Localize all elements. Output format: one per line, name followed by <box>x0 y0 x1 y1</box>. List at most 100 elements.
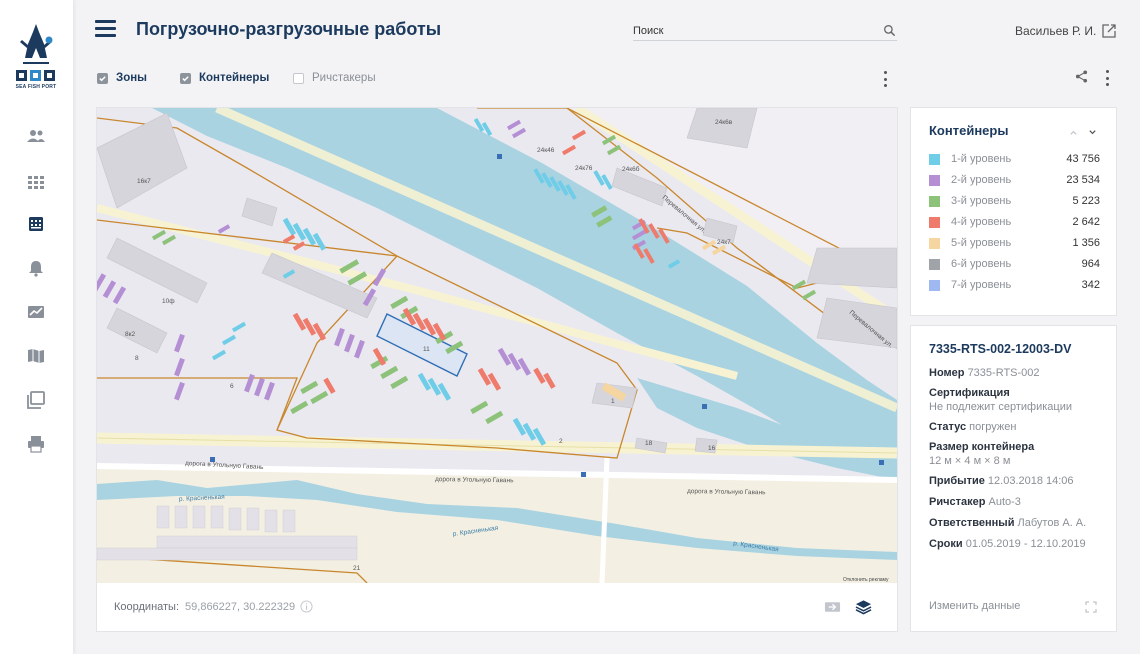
map-area[interactable]: 16к7 10ф 8к2 8 11 24к46 24к76 24к6б 24к6… <box>97 108 897 583</box>
map-label: 6 <box>230 383 234 390</box>
map-label: 1 <box>611 398 615 405</box>
detail-certification: Сертификация Не подлежит сертификации <box>929 386 1109 414</box>
library-icon[interactable] <box>25 389 47 411</box>
search-label: Поиск <box>633 25 664 37</box>
filter-reachstackers[interactable]: Ричстакеры <box>293 72 376 84</box>
legend-count: 43 756 <box>1066 153 1100 165</box>
detail-label: Размер контейнера <box>929 441 1035 453</box>
detail-value: 01.05.2019 - 12.10.2019 <box>965 538 1086 550</box>
map-label: 21 <box>353 565 361 572</box>
map-label: 2 <box>559 438 563 445</box>
legend-title: Контейнеры <box>929 123 1009 138</box>
map-label: 8к2 <box>125 331 135 338</box>
legend-count: 5 223 <box>1072 195 1100 207</box>
swatch <box>929 195 940 207</box>
detail-reachstacker: Ричстакер Auto-3 <box>929 495 1109 509</box>
checkbox-checked-icon[interactable] <box>180 72 191 84</box>
legend-count: 342 <box>1081 279 1100 291</box>
filter-label: Контейнеры <box>199 72 270 84</box>
swatch <box>929 216 940 228</box>
coords-value: 59,866227, 30.222329 <box>185 601 296 613</box>
detail-label: Сроки <box>929 538 963 550</box>
detail-value: Лабутов А. А. <box>1017 517 1087 529</box>
panel-more-icon[interactable] <box>1104 70 1110 86</box>
map-label: 8 <box>135 355 139 362</box>
expand-icon[interactable] <box>1085 601 1097 613</box>
legend-label: 1-й уровень <box>951 153 1012 165</box>
people-icon[interactable] <box>25 125 47 147</box>
share-icon[interactable] <box>1075 70 1088 83</box>
search-input[interactable]: Поиск <box>633 22 897 41</box>
chart-icon[interactable] <box>25 301 47 323</box>
container-details-panel: 7335-RTS-002-12003-DV Номер 7335-RTS-002… <box>910 325 1117 632</box>
legend-item[interactable]: 5-й уровень 1 356 <box>929 236 1100 250</box>
detail-label: Сертификация <box>929 387 1010 399</box>
swatch <box>929 258 940 270</box>
menu-icon[interactable] <box>95 20 116 38</box>
detail-value: 12 м × 4 м × 8 м <box>929 455 1011 467</box>
transport-icon[interactable] <box>824 599 841 615</box>
detail-value: Auto-3 <box>988 496 1021 508</box>
detail-label: Номер <box>929 367 965 379</box>
legend-label: 2-й уровень <box>951 174 1012 186</box>
page-title: Погрузочно-разгрузочные работы <box>136 19 442 39</box>
map-label: 24к76 <box>575 165 593 172</box>
checkbox-unchecked-icon[interactable] <box>293 72 304 84</box>
detail-value: 12.03.2018 14:06 <box>987 475 1074 487</box>
road-label: дорога в Угольную Гавань <box>687 488 766 496</box>
logout-icon[interactable] <box>1102 24 1116 38</box>
filter-containers[interactable]: Контейнеры <box>180 72 269 84</box>
legend-item[interactable]: 4-й уровень 2 642 <box>929 215 1100 229</box>
map-label: 16к7 <box>137 178 151 185</box>
map-label: 16 <box>708 445 716 452</box>
detail-value: 7335-RTS-002 <box>967 367 1040 379</box>
map-icon[interactable] <box>25 345 47 367</box>
info-icon[interactable] <box>300 600 313 613</box>
edit-data-button[interactable]: Изменить данные <box>929 600 1020 612</box>
filter-zones[interactable]: Зоны <box>97 72 147 84</box>
swatch <box>929 237 940 249</box>
layers-icon[interactable] <box>855 599 872 615</box>
legend-item[interactable]: 1-й уровень 43 756 <box>929 152 1100 166</box>
chevron-up-icon[interactable] <box>1069 128 1078 137</box>
coordinates-readout: Координаты: 59,866227, 30.222329 <box>114 601 295 613</box>
legend-label: 3-й уровень <box>951 195 1012 207</box>
map-label: 18 <box>645 440 653 447</box>
legend-label: 4-й уровень <box>951 216 1012 228</box>
detail-value: погружен <box>969 421 1017 433</box>
legend-count: 23 534 <box>1066 174 1100 186</box>
detail-status: Статус погружен <box>929 420 1109 434</box>
search-icon[interactable] <box>883 24 896 37</box>
grid-icon[interactable] <box>25 171 47 193</box>
legend-item[interactable]: 3-й уровень 5 223 <box>929 194 1100 208</box>
map-label: 24к7 <box>717 239 731 246</box>
map-canvas[interactable]: 16к7 10ф 8к2 8 11 24к46 24к76 24к6б 24к6… <box>97 108 897 583</box>
chevron-down-icon[interactable] <box>1088 128 1097 137</box>
print-icon[interactable] <box>25 433 47 455</box>
filter-label: Зоны <box>116 72 147 84</box>
calculator-icon[interactable] <box>25 213 47 235</box>
bell-icon[interactable] <box>25 257 47 279</box>
user-name[interactable]: Васильев Р. И. <box>1015 24 1096 38</box>
legend-label: 6-й уровень <box>951 258 1012 270</box>
road-label: дорога в Угольную Гавань <box>435 476 514 484</box>
map-label: 24к6в <box>715 119 733 126</box>
map-more-icon[interactable] <box>882 71 888 87</box>
yandex-label: Отклонить рекламу <box>843 577 889 583</box>
detail-dates: Сроки 01.05.2019 - 12.10.2019 <box>929 537 1109 551</box>
swatch <box>929 174 940 186</box>
map-label: 24к6б <box>622 165 640 173</box>
legend-item[interactable]: 6-й уровень 964 <box>929 257 1100 271</box>
legend-count: 964 <box>1081 258 1100 270</box>
filter-label: Ричстакеры <box>312 72 376 84</box>
container-id: 7335-RTS-002-12003-DV <box>929 342 1072 356</box>
coords-label: Координаты: <box>114 601 180 613</box>
checkbox-checked-icon[interactable] <box>97 72 108 84</box>
legend-item[interactable]: 2-й уровень 23 534 <box>929 173 1100 187</box>
legend-item[interactable]: 7-й уровень 342 <box>929 278 1100 292</box>
logo <box>16 24 55 81</box>
map-card: 16к7 10ф 8к2 8 11 24к46 24к76 24к6б 24к6… <box>96 107 898 632</box>
legend-panel: Контейнеры 1-й уровень 43 756 2-й уровен… <box>910 107 1117 316</box>
detail-label: Ответственный <box>929 517 1015 529</box>
detail-size: Размер контейнера 12 м × 4 м × 8 м <box>929 440 1109 468</box>
